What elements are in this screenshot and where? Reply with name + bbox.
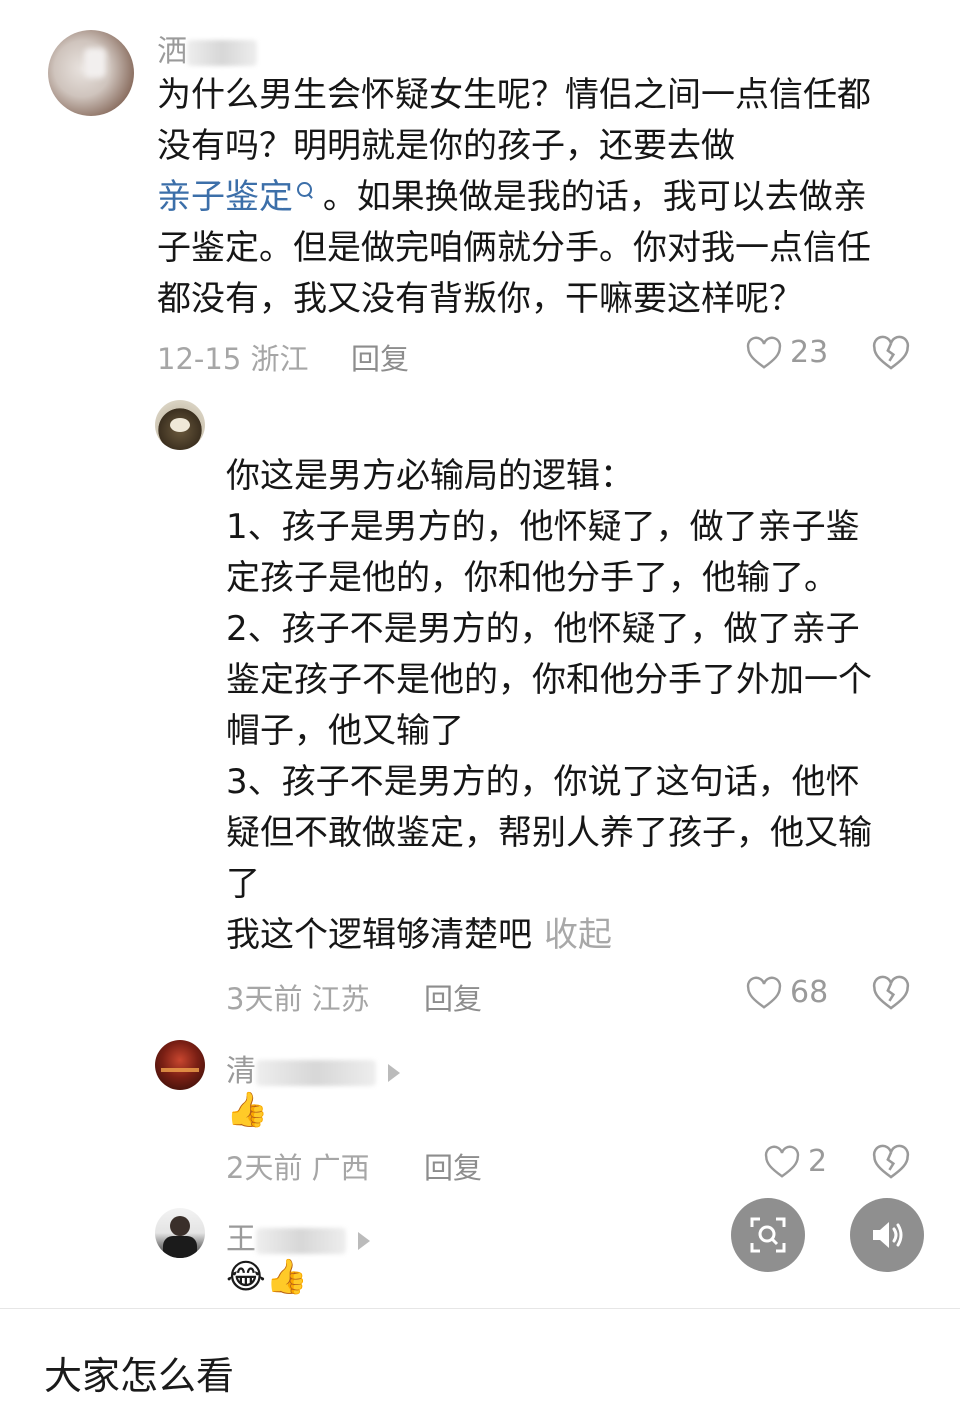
username[interactable]: 王 [226,1214,370,1258]
heart-icon [764,1145,800,1178]
comment-meta: 2天前 广西 [226,1151,370,1185]
comment-meta: 12-15 浙江 [157,342,309,376]
scan-search-icon [750,1217,786,1253]
broken-heart-icon [872,335,910,370]
like-count: 2 [808,1144,828,1179]
like-count: 68 [790,975,829,1010]
sound-button[interactable] [850,1198,924,1272]
avatar[interactable] [155,1040,205,1090]
broken-heart-icon [872,975,910,1010]
username[interactable]: 清 [226,1046,400,1090]
keyword-link[interactable]: 亲子鉴定 [157,177,312,217]
play-indicator-icon [358,1231,370,1250]
play-indicator-icon [388,1063,400,1082]
avatar[interactable] [155,400,205,450]
blurred-name [256,1059,376,1086]
comment-meta: 3天前 江苏 [226,982,370,1016]
reply-button[interactable]: 回复 [424,976,482,1018]
collapse-button[interactable]: 收起 [544,915,612,955]
like-button[interactable]: 23 [746,335,828,370]
blurred-name [256,1227,346,1254]
heart-icon [746,976,782,1009]
scan-search-button[interactable] [731,1198,805,1272]
broken-heart-icon [872,1144,910,1179]
search-icon [297,182,312,197]
like-button[interactable]: 68 [746,975,828,1010]
comment-emoji: 😂👍 [226,1257,309,1297]
reply-text: 你这是男方必输局的逻辑： 1、孩子是男方的，他怀疑了，做了亲子鉴 定孩子是他的，… [226,456,872,955]
like-button[interactable]: 2 [764,1144,827,1179]
comment-emoji: 👍 [226,1090,269,1130]
reply-button[interactable]: 回复 [351,336,409,378]
speaker-icon [873,1222,903,1248]
dislike-button[interactable] [872,335,910,375]
screenshot-frame: 洒 为什么男生会怀疑女生呢？情侣之间一点信任都 没有吗？明明就是你的孩子，还要去… [0,0,960,1309]
reply-button[interactable]: 回复 [424,1145,482,1187]
dislike-button[interactable] [872,975,910,1015]
avatar[interactable] [48,30,134,116]
like-count: 23 [790,335,829,370]
avatar[interactable] [155,1208,205,1258]
username[interactable]: 洒 [157,26,257,70]
heart-icon [746,336,782,369]
blurred-name [187,39,257,66]
comment-text: 为什么男生会怀疑女生呢？情侣之间一点信任都 没有吗？明明就是你的孩子，还要去做 … [157,75,871,319]
post-caption: 大家怎么看 [44,1354,235,1398]
dislike-button[interactable] [872,1144,910,1184]
